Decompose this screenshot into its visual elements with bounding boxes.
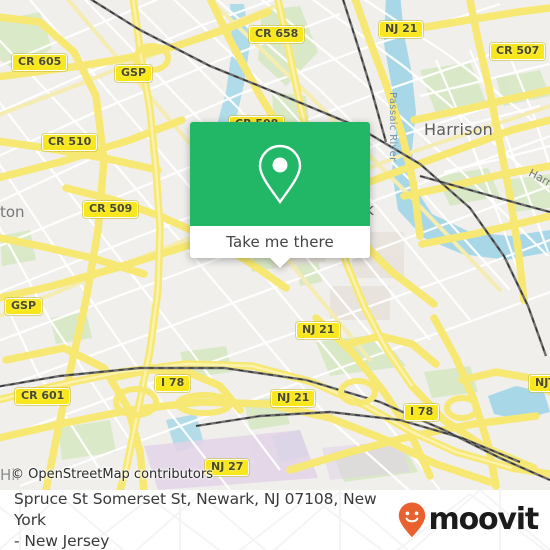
moovit-smiley-pin-icon bbox=[398, 502, 425, 538]
road-shield-nj21-mid[interactable]: NJ 21 bbox=[296, 322, 341, 339]
moovit-brand[interactable]: moovit bbox=[397, 501, 540, 539]
screenshot-root: Harrison ark ton Hil Harri Passaic River… bbox=[0, 0, 550, 550]
callout-action-bar[interactable]: Take me there bbox=[190, 226, 370, 258]
road-shield-nj21-s[interactable]: NJ 21 bbox=[271, 390, 316, 407]
map-pin-icon bbox=[258, 144, 302, 205]
osm-attribution[interactable]: © OpenStreetMap contributors bbox=[11, 467, 213, 482]
road-shield-cr509[interactable]: CR 509 bbox=[83, 201, 139, 218]
road-shield-njt[interactable]: NJT bbox=[529, 375, 550, 392]
callout-icon-panel bbox=[190, 122, 370, 226]
road-shield-cr658[interactable]: CR 658 bbox=[249, 26, 305, 43]
address-line-2: - New Jersey bbox=[14, 531, 110, 550]
callout-pointer-tail bbox=[270, 258, 290, 268]
take-me-there-label: Take me there bbox=[226, 233, 334, 251]
road-shield-nj21-n[interactable]: NJ 21 bbox=[379, 21, 424, 38]
footer-content: Spruce St Somerset St, Newark, NJ 07108,… bbox=[0, 490, 550, 550]
road-shield-gsp-n[interactable]: GSP bbox=[115, 65, 153, 82]
road-shield-cr510[interactable]: CR 510 bbox=[42, 134, 98, 151]
road-shield-i78-e[interactable]: I 78 bbox=[404, 404, 440, 421]
moovit-wordmark: moovit bbox=[428, 502, 540, 537]
destination-callout-card[interactable]: Take me there bbox=[190, 122, 370, 268]
road-shield-i78-w[interactable]: I 78 bbox=[155, 375, 191, 392]
road-shield-cr507[interactable]: CR 507 bbox=[490, 43, 546, 60]
map-canvas[interactable]: Harrison ark ton Hil Harri Passaic River… bbox=[0, 0, 550, 490]
road-shield-gsp-s[interactable]: GSP bbox=[5, 298, 43, 315]
footer-bar: Spruce St Somerset St, Newark, NJ 07108,… bbox=[0, 490, 550, 550]
road-shield-cr601[interactable]: CR 601 bbox=[15, 388, 71, 405]
address-line-1: Spruce St Somerset St, Newark, NJ 07108,… bbox=[14, 490, 377, 529]
road-shield-cr605[interactable]: CR 605 bbox=[12, 54, 68, 71]
address-label: Spruce St Somerset St, Newark, NJ 07108,… bbox=[14, 490, 397, 550]
